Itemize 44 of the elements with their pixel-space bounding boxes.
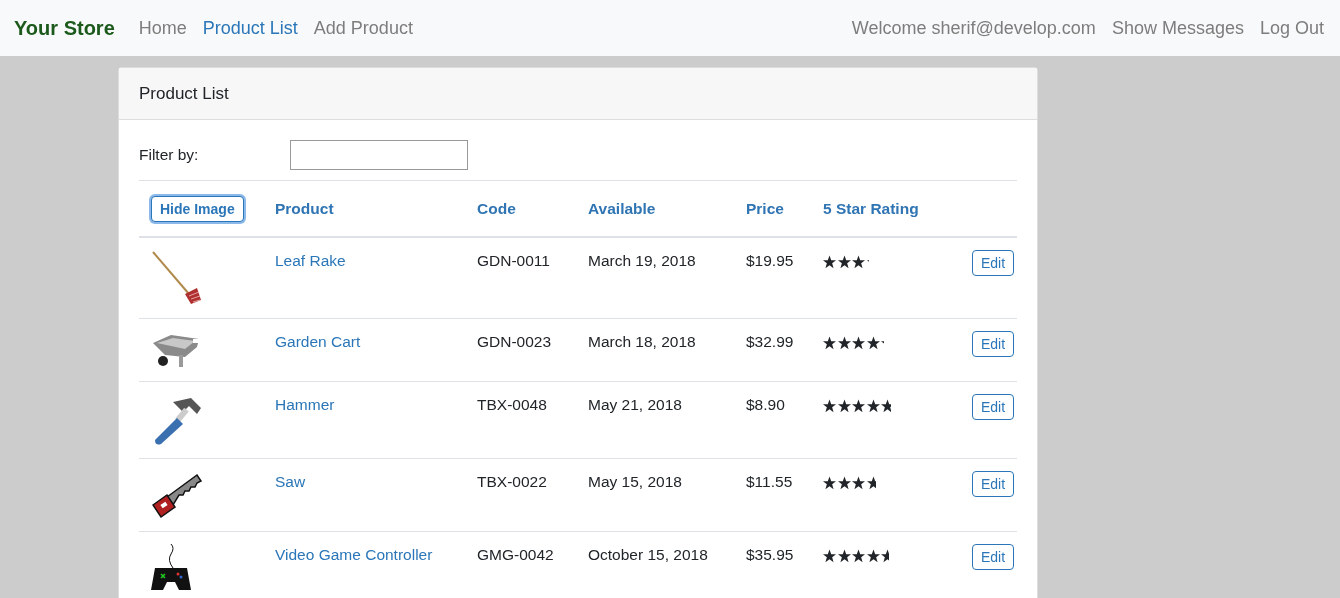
store-brand[interactable]: Your Store [14,16,115,40]
column-header[interactable]: Price [746,199,784,218]
hide-image-button[interactable]: Hide Image [151,195,244,222]
edit-button[interactable]: Edit [972,471,1015,497]
table-cell: May 21, 2018 [588,396,682,413]
nav-link[interactable]: Show Messages [1111,17,1244,38]
table-cell: $35.95 [746,546,794,563]
column-header[interactable]: 5 Star Rating [823,199,919,218]
table-cell: $11.55 [746,473,793,490]
product-link[interactable]: Hammer [275,396,335,413]
product-link[interactable]: Garden Cart [275,333,361,350]
table-cell: March 19, 2018 [588,252,696,269]
product-link[interactable]: Leaf Rake [275,252,346,269]
table-cell: GMG-0042 [477,546,554,563]
table-cell: GDN-0011 [477,252,550,269]
table-cell: October 15, 2018 [588,546,708,563]
table-cell: TBX-0048 [477,396,547,413]
saw-icon [151,471,203,519]
filter-field[interactable] [290,140,468,170]
table-cell: TBX-0022 [477,473,547,490]
table-cell: GDN-0023 [477,333,552,350]
table-cell: May 15, 2018 [588,473,682,490]
rake-icon [151,250,203,306]
nav-link[interactable]: Log Out [1259,17,1324,38]
edit-button[interactable]: Edit [972,331,1015,357]
edit-button[interactable]: Edit [972,394,1015,420]
product-link[interactable]: Saw [275,473,306,490]
edit-button[interactable]: Edit [972,544,1015,570]
column-header[interactable]: Code [477,199,516,218]
column-header[interactable]: Product [275,199,334,218]
nav-link[interactable]: Product List [202,17,298,39]
table-cell: $19.95 [746,252,794,269]
column-header[interactable]: Available [588,199,656,218]
table-cell: March 18, 2018 [588,333,696,350]
table-cell: $32.99 [746,333,794,350]
nav-link[interactable]: Home [138,17,187,39]
card-title: Product List [139,83,229,104]
edit-button[interactable]: Edit [972,250,1015,276]
table-cell: $8.90 [746,396,785,413]
nav-link[interactable]: Add Product [313,17,413,39]
filter-label: Filter by: [139,146,200,164]
gamepad-icon [151,544,191,590]
product-link[interactable]: Video Game Controller [275,546,433,563]
welcome-text: Welcome sherif@develop.com [851,17,1096,39]
